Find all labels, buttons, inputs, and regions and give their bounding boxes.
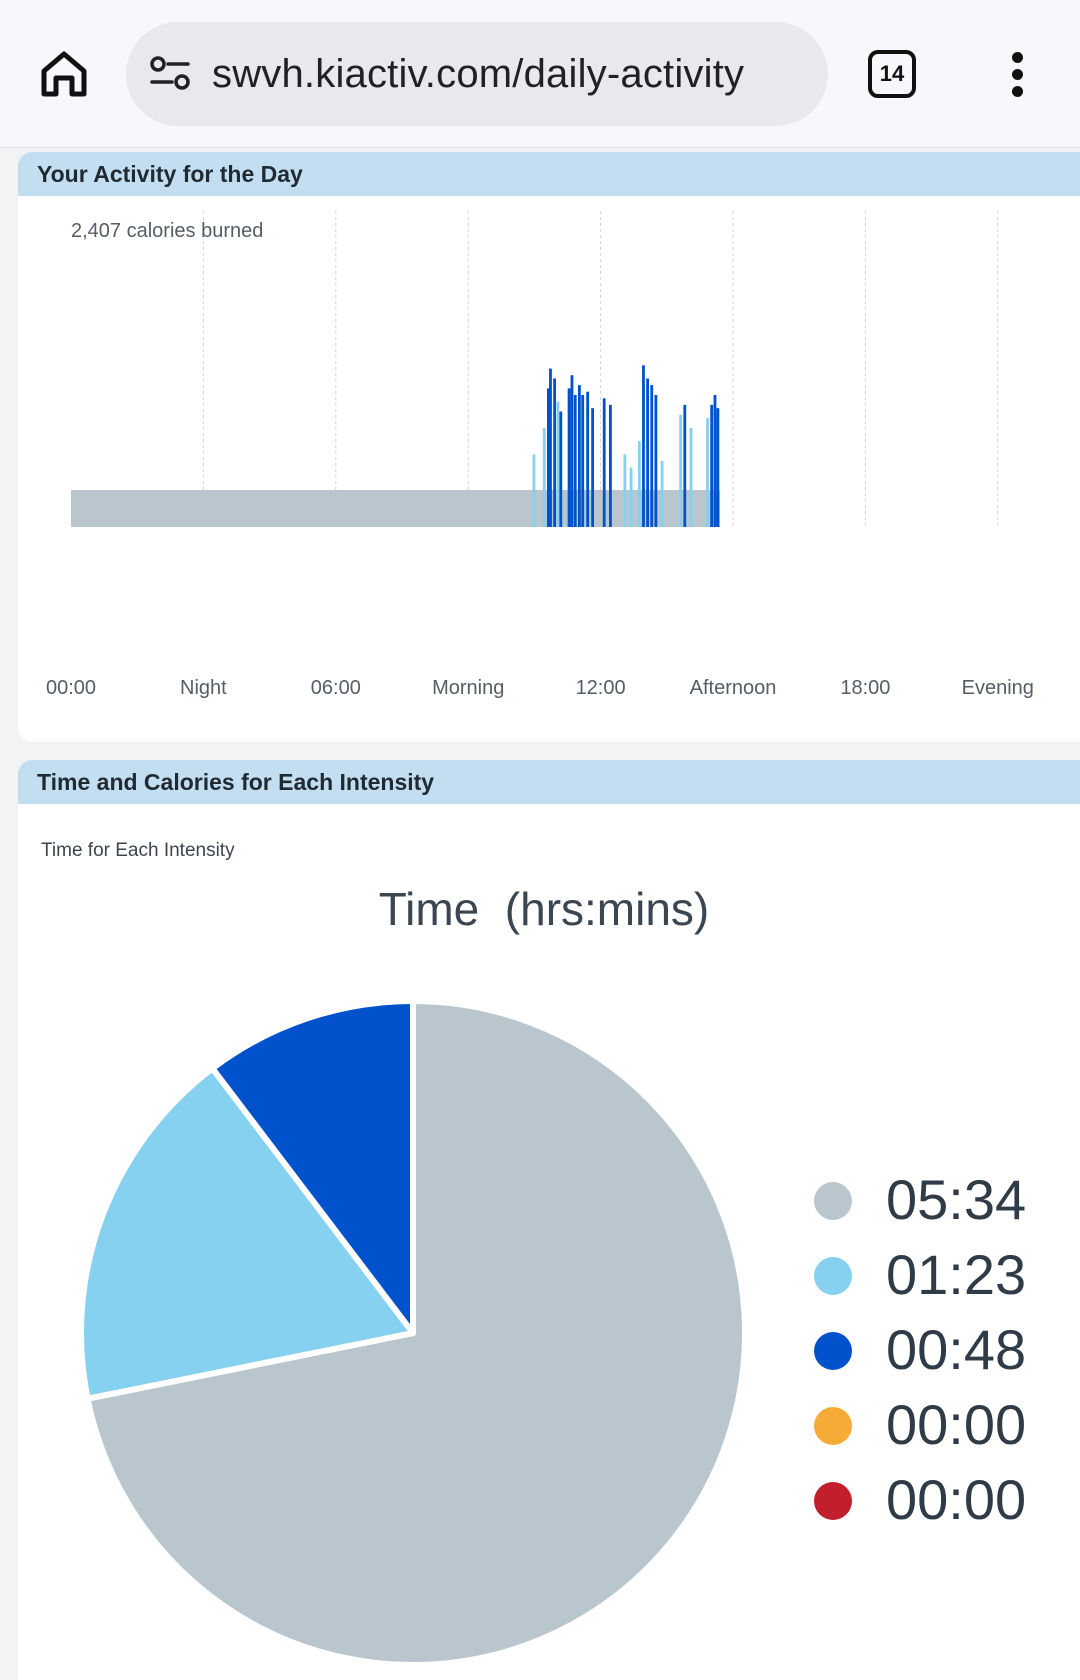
tab-switcher-button[interactable]: 14 (868, 50, 916, 98)
legend-label: 00:00 (886, 1468, 1027, 1531)
home-icon[interactable] (36, 46, 92, 102)
tab-count: 14 (879, 61, 905, 86)
activity-card: Your Activity for the Day 00:00 Night 06:0… (18, 152, 1080, 742)
activity-bar (581, 395, 585, 527)
legend-label: 00:48 (886, 1318, 1027, 1381)
activity-bar (713, 395, 717, 527)
legend-label: 05:34 (886, 1168, 1027, 1231)
x-axis-label: 06:00 (311, 677, 361, 699)
browser-toolbar: swvh.kiactiv.com/daily-activity 14 (0, 0, 1080, 148)
activity-bar (567, 388, 571, 527)
activity-bar (654, 395, 658, 527)
activity-bar (532, 454, 536, 527)
activity-bar (660, 461, 664, 527)
legend-dot (814, 1182, 852, 1220)
url-text[interactable]: swvh.kiactiv.com/daily-activity (212, 22, 744, 126)
x-axis-label: 12:00 (576, 677, 626, 699)
activity-bar (710, 404, 714, 527)
activity-bar (646, 378, 649, 527)
legend-item-moderate[interactable]: 00:48 (814, 1312, 1064, 1387)
time-intensity-subtitle: Time for Each Intensity (41, 840, 235, 861)
activity-bar (642, 365, 645, 527)
legend-item-very-vigorous[interactable]: 00:00 (814, 1462, 1064, 1537)
activity-bar (679, 414, 683, 527)
activity-bar (573, 395, 577, 527)
activity-bar (556, 401, 560, 527)
activity-bar (623, 454, 627, 527)
pie-legend: 05:34 01:23 00:48 00:00 00:00 (814, 1162, 1064, 1537)
legend-dot (814, 1407, 852, 1445)
activity-card-title: Your Activity for the Day (18, 152, 1080, 196)
legend-item-vigorous[interactable]: 00:00 (814, 1387, 1064, 1462)
legend-dot (814, 1332, 852, 1370)
legend-dot (814, 1482, 852, 1520)
intensity-card-title: Time and Calories for Each Intensity (18, 760, 1080, 804)
activity-bar (689, 428, 693, 527)
address-bar[interactable]: swvh.kiactiv.com/daily-activity (126, 22, 828, 126)
activity-bar (650, 385, 654, 527)
legend-item-sedentary[interactable]: 05:34 (814, 1162, 1064, 1237)
activity-bar (683, 404, 687, 527)
activity-bar (542, 428, 546, 527)
activity-bar (602, 398, 606, 527)
activity-chart: 00:00 Night 06:00 Morning 12:00 Afternoon 18:0… (46, 211, 1034, 699)
activity-bar (549, 368, 552, 527)
activity-bar (629, 467, 633, 527)
activity-bar (553, 378, 556, 527)
x-axis-label: Afternoon (690, 677, 777, 699)
activity-bar (570, 375, 574, 527)
activity-bar (586, 391, 590, 527)
activity-bar (591, 408, 595, 527)
site-settings-icon[interactable] (148, 52, 192, 96)
activity-bar (706, 418, 709, 527)
pie-chart-title: Time (hrs:mins) (378, 883, 710, 935)
intensity-card: Time and Calories for Each Intensity Tim… (18, 760, 1080, 1680)
x-axis-label: Night (180, 677, 227, 699)
more-vert-icon[interactable] (1000, 50, 1036, 98)
legend-dot (814, 1257, 852, 1295)
x-axis-label: Morning (432, 677, 504, 699)
activity-bar (716, 408, 720, 527)
sedentary-baseline-band (71, 490, 720, 527)
activity-bar (578, 385, 581, 527)
activity-bar (559, 411, 563, 527)
x-axis-label: 18:00 (840, 677, 890, 699)
activity-bar (637, 441, 641, 527)
activity-bar (609, 404, 612, 527)
legend-label: 01:23 (886, 1243, 1027, 1306)
x-axis-label: Evening (962, 677, 1034, 699)
legend-label: 00:00 (886, 1393, 1027, 1456)
calories-burned-label: 2,407 calories burned (71, 220, 264, 242)
legend-item-light[interactable]: 01:23 (814, 1237, 1064, 1312)
x-axis-label: 00:00 (46, 677, 96, 699)
